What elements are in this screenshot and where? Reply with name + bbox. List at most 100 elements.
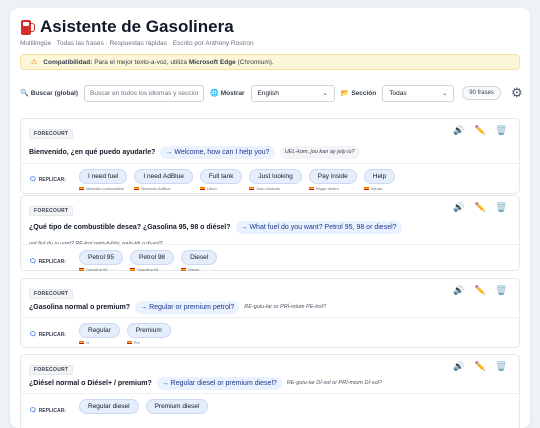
reply-chip-sub: Solo mirando: [256, 186, 280, 191]
chevron-down-icon: ⌄: [322, 90, 328, 97]
phrase-card: FORECOURT 🔊 ✏️ 🗑️ Bienvenido, ¿en qué pu…: [20, 118, 520, 194]
language-select[interactable]: English ⌄: [250, 84, 335, 102]
spain-flag-icon: [181, 268, 187, 271]
reply-chip[interactable]: Regular diesel: [79, 399, 139, 414]
search-icon: 🔍: [20, 90, 29, 97]
translation-pill[interactable]: → Regular diesel or premium diesel?: [156, 377, 282, 390]
reply-chip-translation: Necesito AdBlue: [134, 186, 171, 191]
reply-chip-item: Regular diesel: [79, 399, 139, 414]
phrase-card: FORECOURT 🔊 ✏️ 🗑️ ¿Diésel normal o Diése…: [20, 354, 520, 428]
section-label: 📂 Sección: [341, 89, 377, 98]
reply-chip-item: Regular N: [79, 323, 120, 345]
speaker-icon[interactable]: 🔊: [453, 202, 464, 213]
reply-label-text: REPLICAR:: [38, 258, 66, 265]
reply-chip-sub: Pre: [133, 340, 140, 345]
section-tag: FORECOURT: [29, 289, 74, 299]
reply-chip-item: Just looking Solo mirando: [249, 169, 302, 191]
show-label: 🌐 Mostrar: [210, 89, 245, 98]
spain-flag-icon: [79, 268, 84, 271]
reply-chip[interactable]: Diesel: [181, 250, 218, 265]
reply-chip-translation: Lleno: [199, 186, 217, 191]
section-select[interactable]: Todas ⌄: [382, 84, 455, 102]
reply-chip-sub: Necesito combustible: [86, 186, 125, 191]
reply-label: 🗨 REPLICAR:: [29, 331, 66, 339]
reply-label: 🗨 REPLICAR:: [29, 176, 66, 184]
spain-flag-icon: [79, 187, 84, 190]
question-line: Bienvenido, ¿en qué puedo ayudarle? → We…: [29, 146, 449, 159]
spain-flag-icon: [126, 341, 132, 344]
reply-label-text: REPLICAR:: [38, 331, 66, 338]
reply-chips: Regular diesel Premium diesel: [79, 399, 209, 414]
trash-icon[interactable]: 🗑️: [496, 202, 507, 213]
reply-chip-sub: Necesito AdBlue: [141, 186, 171, 191]
reply-chip-item: Premium Pre: [126, 323, 171, 345]
spain-flag-icon: [199, 187, 205, 190]
reply-chip[interactable]: Just looking: [249, 169, 302, 184]
edit-icon[interactable]: ✏️: [475, 361, 486, 372]
card-actions: 🔊 ✏️ 🗑️: [453, 285, 507, 296]
reply-chip[interactable]: I need AdBlue: [134, 169, 193, 184]
divider: [21, 163, 519, 164]
phonetic-text: RE-guiu-lar DÍ-sol or PRÍ-mium DÍ-sol?: [286, 380, 382, 386]
translation-pill[interactable]: → What fuel do you want? Petrol 95, 98 o…: [235, 221, 402, 234]
gear-icon[interactable]: ⚙: [511, 85, 523, 101]
reply-chip-item: Diesel Diesel: [181, 250, 218, 272]
question-text: ¿Qué tipo de combustible desea? ¿Gasolin…: [29, 224, 231, 231]
reply-chip[interactable]: Premium: [126, 323, 171, 338]
title-row: Asistente de Gasolinera: [20, 17, 254, 37]
section-tag: FORECOURT: [29, 129, 74, 139]
reply-chip-item: I need fuel Necesito combustible: [79, 169, 128, 191]
reply-chip[interactable]: Petrol 95: [79, 250, 124, 265]
reply-chip-item: Pay inside Pagar dentro: [308, 169, 357, 191]
reply-chip-translation: Pagar dentro: [308, 186, 339, 191]
edit-icon[interactable]: ✏️: [475, 202, 486, 213]
reply-chip[interactable]: Pay inside: [308, 169, 357, 184]
search-label: 🔍 Buscar (global): [20, 89, 79, 98]
spain-flag-icon: [308, 187, 314, 190]
language-select-value: English: [257, 89, 279, 97]
reply-chip[interactable]: Petrol 98: [130, 250, 175, 265]
search-input[interactable]: [84, 84, 205, 102]
edit-icon[interactable]: ✏️: [475, 285, 486, 296]
reply-chip-sub: Ayuda: [370, 186, 383, 191]
page-subtitle: Multilingüe · Todas las frases · Respues…: [20, 40, 254, 47]
speech-bubble-icon: 🗨: [29, 408, 37, 414]
reply-chip[interactable]: Help: [363, 169, 396, 184]
section-tag: FORECOURT: [29, 365, 74, 375]
header: Asistente de Gasolinera Multilingüe · To…: [20, 17, 254, 47]
trash-icon[interactable]: 🗑️: [496, 125, 507, 136]
reply-chips: I need fuel Necesito combustible I need …: [79, 169, 396, 191]
speech-bubble-icon: 🗨: [29, 177, 37, 183]
reply-chip-item: I need AdBlue Necesito AdBlue: [134, 169, 193, 191]
phonetic-text: RE-guiu-lar or PRÍ-mium PE-trol?: [244, 304, 326, 310]
reply-chip-translation: Necesito combustible: [79, 186, 124, 191]
question-text: Bienvenido, ¿en qué puedo ayudarle?: [29, 149, 156, 156]
translation-pill[interactable]: → Welcome, how can I help you?: [160, 146, 275, 159]
banner-prefix: Compatibilidad:: [43, 58, 93, 66]
edit-icon[interactable]: ✏️: [475, 125, 486, 136]
reply-chip[interactable]: I need fuel: [79, 169, 128, 184]
reply-chip-sub: N: [86, 340, 89, 345]
banner-highlight: Microsoft Edge: [188, 58, 236, 66]
reply-chip[interactable]: Regular: [79, 323, 120, 338]
reply-chip[interactable]: Premium diesel: [145, 399, 209, 414]
speech-bubble-icon: 🗨: [29, 332, 37, 338]
divider: [21, 244, 519, 245]
question-line: ¿Gasolina normal o premium? → Regular or…: [29, 301, 449, 314]
reply-chip-item: Premium diesel: [145, 399, 209, 414]
speaker-icon[interactable]: 🔊: [453, 285, 464, 296]
card-actions: 🔊 ✏️ 🗑️: [453, 361, 507, 372]
trash-icon[interactable]: 🗑️: [496, 361, 507, 372]
fuel-pump-icon: [20, 18, 36, 36]
reply-chips: Regular N Premium Pre: [79, 323, 171, 345]
reply-label-text: REPLICAR:: [38, 176, 66, 183]
search-label-text: Buscar (global): [30, 89, 79, 97]
speaker-icon[interactable]: 🔊: [453, 361, 464, 372]
reply-chips: Petrol 95 Gasolina 95 Petrol 98 Gasolina…: [79, 250, 218, 272]
reply-chip-sub: Diesel: [188, 267, 200, 272]
speaker-icon[interactable]: 🔊: [453, 125, 464, 136]
trash-icon[interactable]: 🗑️: [496, 285, 507, 296]
reply-chip-sub: Gasolina 95: [86, 267, 108, 272]
translation-pill[interactable]: → Regular or premium petrol?: [135, 301, 240, 314]
reply-chip[interactable]: Full tank: [199, 169, 243, 184]
